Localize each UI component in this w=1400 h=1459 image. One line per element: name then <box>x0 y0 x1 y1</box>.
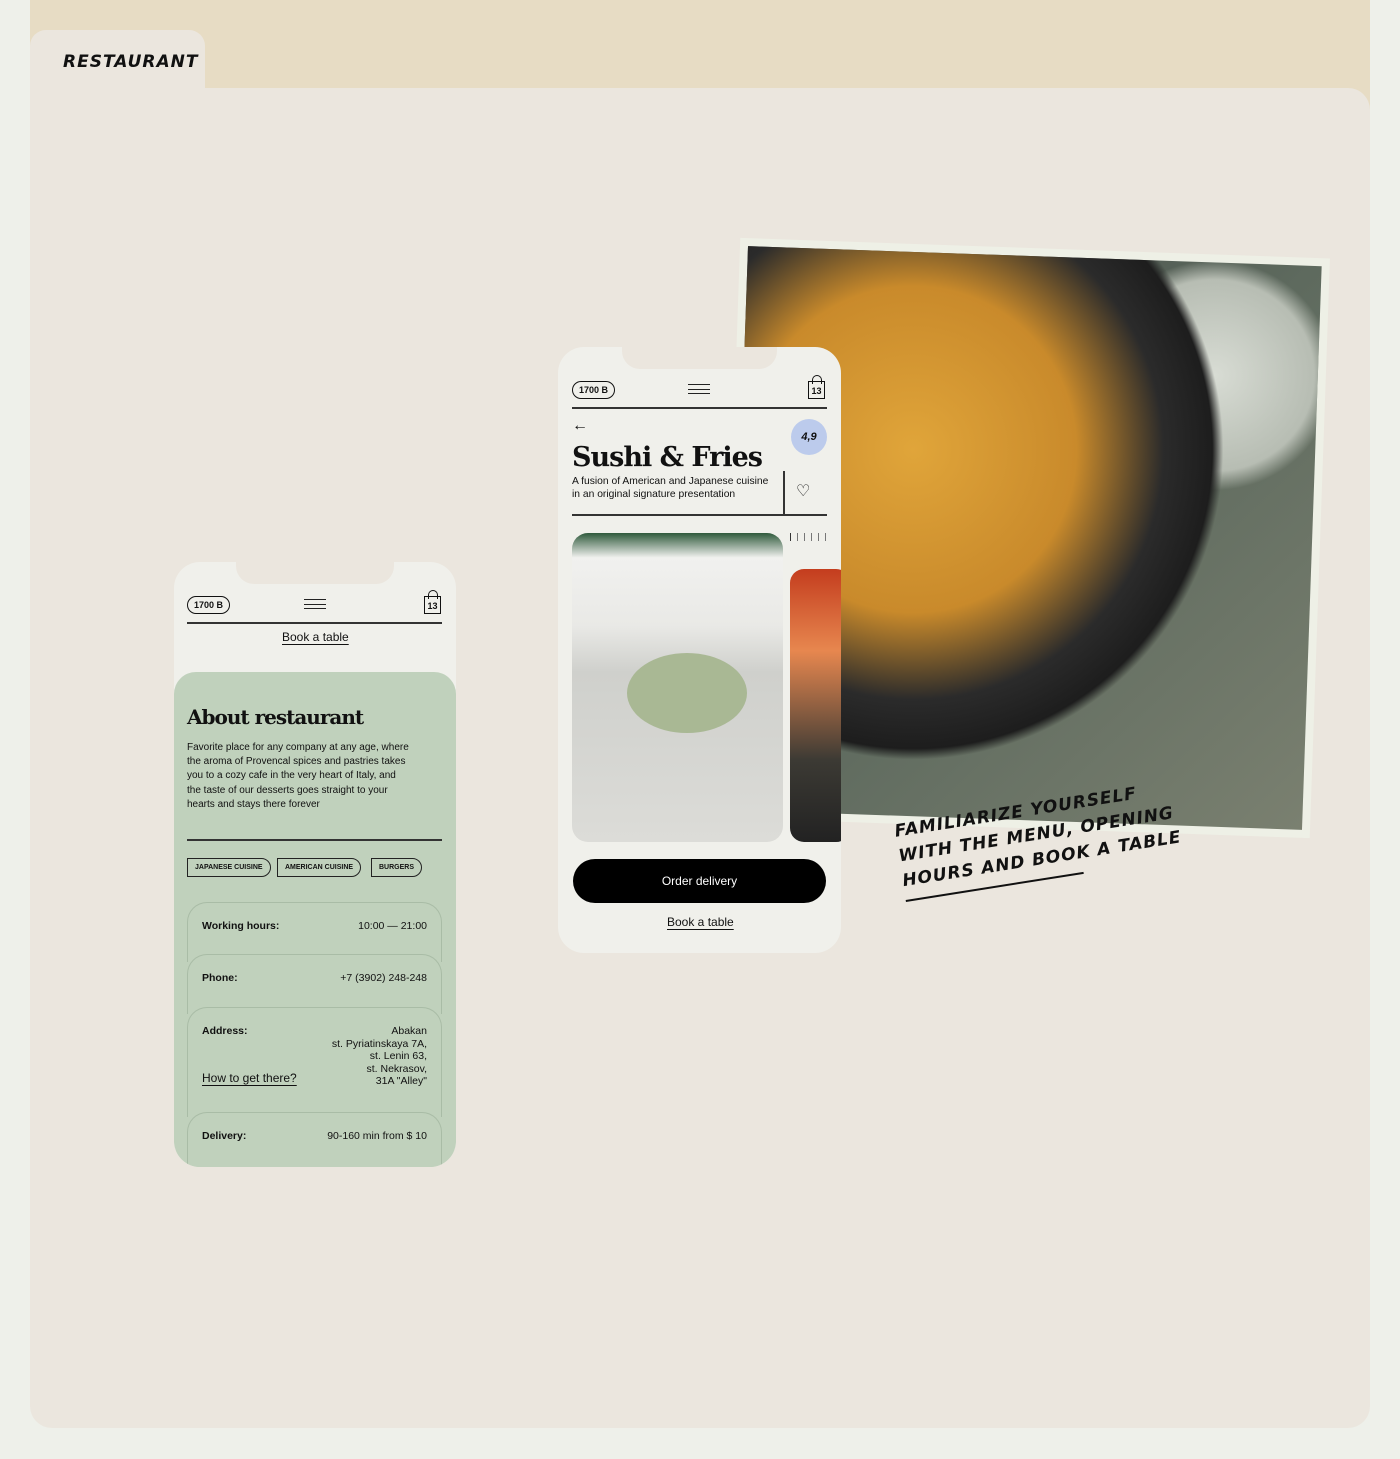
divider <box>187 839 442 841</box>
hours-label: Working hours: <box>202 920 280 932</box>
address-value: Abakan st. Pyriatinskaya 7A, st. Lenin 6… <box>332 1025 427 1088</box>
directions-link[interactable]: How to get there? <box>202 1071 297 1085</box>
hours-value: 10:00 — 21:00 <box>358 920 427 932</box>
dish-photo-next[interactable] <box>790 569 841 842</box>
section-title: RESTAURANT <box>63 52 199 72</box>
menu-icon[interactable] <box>304 599 326 609</box>
divider <box>783 471 785 515</box>
about-description: Favorite place for any company at any ag… <box>187 742 409 810</box>
dish-photo[interactable] <box>572 533 783 842</box>
phone-about: 1700 B 13 Book a table About restaurant … <box>174 562 456 1167</box>
address-label: Address: <box>202 1025 248 1037</box>
tag-japanese[interactable]: JAPANESE CUISINE <box>187 858 271 877</box>
delivery-label: Delivery: <box>202 1130 247 1142</box>
balance-badge[interactable]: 1700 B <box>187 596 231 614</box>
notch <box>622 347 777 369</box>
phone-detail: 1700 B 13 ← 4,9 Sushi & Fries A fusion o… <box>558 347 841 953</box>
rating-badge: 4,9 <box>791 419 827 455</box>
phone-label: Phone: <box>202 972 238 984</box>
restaurant-subtitle: A fusion of American and Japanese cuisin… <box>572 476 769 500</box>
address-line: Abakan <box>391 1025 427 1037</box>
about-title: About restaurant <box>187 705 364 729</box>
notch <box>236 562 394 584</box>
restaurant-title: Sushi & Fries <box>572 442 763 473</box>
hours-card: Working hours: 10:00 — 21:00 <box>187 902 442 962</box>
tag-american[interactable]: AMERICAN CUISINE <box>277 858 362 877</box>
address-line: st. Nekrasov, <box>366 1062 428 1075</box>
about-section: About restaurant Favorite place for any … <box>174 672 456 1167</box>
carousel-indicator <box>790 533 830 541</box>
cart-icon[interactable]: 13 <box>424 590 441 614</box>
address-card: Address: Abakan st. Pyriatinskaya 7A, st… <box>187 1007 442 1117</box>
back-arrow-icon[interactable]: ← <box>572 417 588 435</box>
delivery-card: Delivery: 90-160 min from $ 10 <box>187 1112 442 1167</box>
phone-value[interactable]: +7 (3902) 248-248 <box>340 972 427 985</box>
book-table-link[interactable]: Book a table <box>282 630 349 644</box>
plate <box>627 653 747 733</box>
cart-icon[interactable]: 13 <box>808 375 825 399</box>
address-line: 31A "Alley" <box>375 1075 427 1087</box>
menu-icon[interactable] <box>688 384 710 394</box>
delivery-value: 90-160 min from $ 10 <box>327 1130 427 1142</box>
phone-card: Phone: +7 (3902) 248-248 <box>187 954 442 1014</box>
book-table-link[interactable]: Book a table <box>667 915 734 929</box>
address-line: st. Lenin 63, <box>369 1050 427 1062</box>
section-tab: RESTAURANT <box>30 30 205 100</box>
order-delivery-button[interactable]: Order delivery <box>573 859 826 903</box>
divider <box>572 514 827 516</box>
tag-burgers[interactable]: BURGERS <box>371 858 423 877</box>
balance-badge[interactable]: 1700 B <box>572 381 616 399</box>
heart-icon[interactable]: ♡ <box>796 481 810 501</box>
address-line: st. Pyriatinskaya 7A, <box>331 1037 427 1050</box>
divider <box>572 407 827 409</box>
divider <box>187 622 442 624</box>
